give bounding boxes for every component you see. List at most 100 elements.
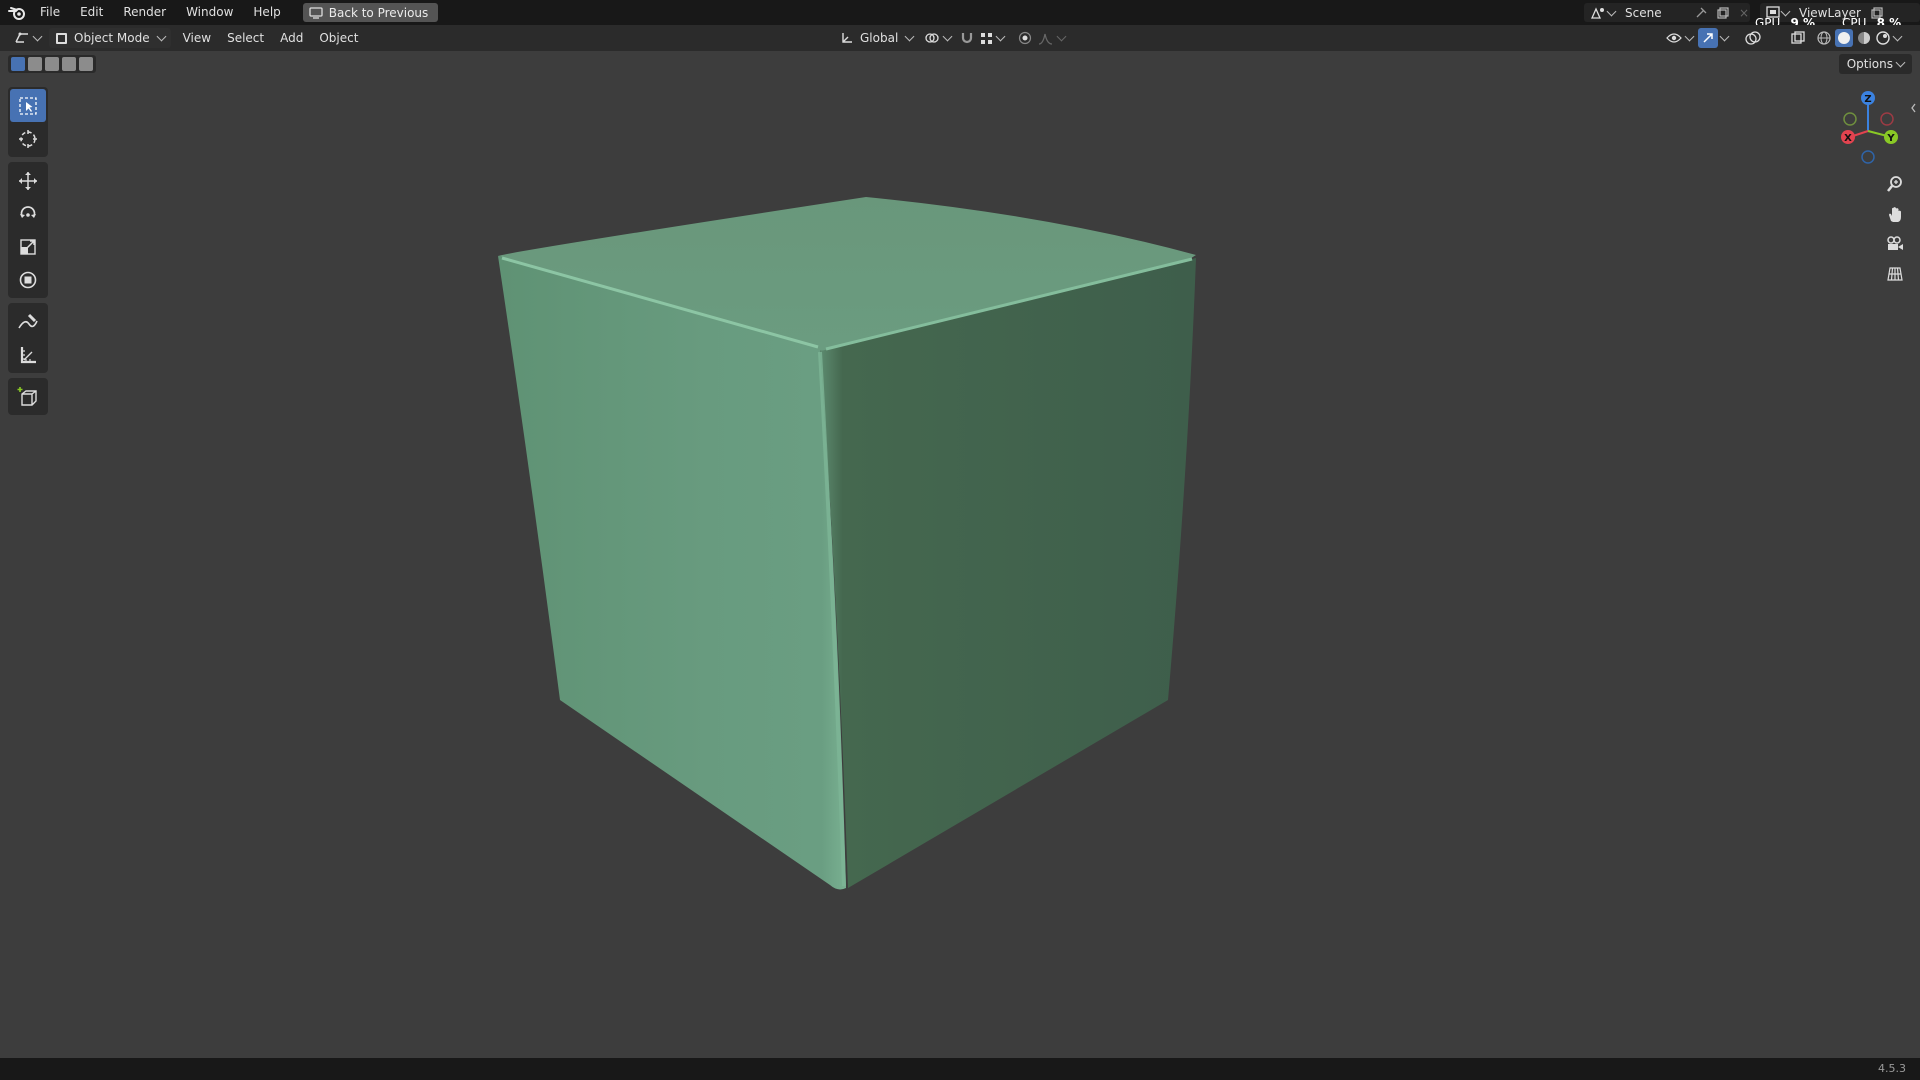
- rotate-tool[interactable]: [10, 197, 46, 230]
- close-icon[interactable]: ×: [1739, 6, 1749, 20]
- 3d-viewport-icon: [15, 32, 28, 43]
- chevron-down-icon: [32, 31, 43, 42]
- measure-tool[interactable]: [10, 338, 46, 371]
- select-box-icon: [19, 96, 37, 115]
- top-menu-bar: File Edit Render Window Help Back to Pre…: [0, 0, 1920, 29]
- select-box-tool[interactable]: [10, 89, 46, 122]
- tool-group-select: [8, 87, 48, 157]
- magnet-icon: [961, 33, 973, 44]
- solid-shading-icon[interactable]: [1835, 29, 1853, 47]
- new-scene-icon[interactable]: [1717, 6, 1729, 19]
- editor-type-button[interactable]: [8, 28, 47, 48]
- status-bar: 4.5.3: [0, 1058, 1920, 1080]
- 3d-cursor-icon: [19, 129, 37, 148]
- overlays-icon: [1745, 31, 1761, 45]
- zoom-magnifier-icon: [1887, 176, 1902, 192]
- annotate-pencil-icon: [18, 313, 38, 328]
- wireframe-shading-icon[interactable]: [1816, 30, 1832, 46]
- annotate-tool[interactable]: [10, 305, 46, 338]
- snap-target-dropdown[interactable]: [974, 28, 1010, 48]
- proportional-falloff-dropdown[interactable]: [1032, 28, 1071, 48]
- gizmo-neg-x[interactable]: [1880, 112, 1894, 126]
- blender-logo-icon[interactable]: [4, 0, 30, 25]
- menu-select[interactable]: Select: [221, 28, 270, 48]
- xray-toggle[interactable]: [1788, 28, 1808, 48]
- menu-render[interactable]: Render: [113, 0, 176, 25]
- menu-help[interactable]: Help: [243, 0, 290, 25]
- chevron-down-icon: [1684, 31, 1695, 42]
- rendered-shading-icon[interactable]: [1875, 30, 1891, 46]
- material-preview-icon[interactable]: [1856, 30, 1872, 46]
- transform-orientation-dropdown[interactable]: Global: [834, 28, 919, 48]
- pan-button[interactable]: [1880, 200, 1910, 228]
- pivot-icon: [925, 33, 939, 43]
- gizmo-dropdown[interactable]: [1718, 28, 1731, 48]
- pivot-point-dropdown[interactable]: [918, 28, 957, 48]
- back-to-previous-label: Back to Previous: [328, 5, 429, 20]
- back-to-previous-button[interactable]: Back to Previous: [302, 3, 439, 22]
- cube-right-face: [820, 258, 1196, 888]
- scene-icon: [1590, 6, 1604, 19]
- tool-group-transform: [8, 162, 48, 298]
- viewport-canvas[interactable]: [0, 51, 1920, 1058]
- snap-grid-icon: [981, 32, 992, 44]
- tool-shelf: [8, 87, 48, 420]
- gizmo-x-label: X: [1844, 133, 1852, 144]
- transform-tool[interactable]: [10, 263, 46, 296]
- eye-icon: [1666, 33, 1682, 43]
- shading-mode-group: [1816, 28, 1903, 48]
- chevron-down-icon: [1606, 6, 1617, 16]
- pin-icon[interactable]: [1695, 7, 1707, 19]
- chevron-down-icon: [1056, 31, 1067, 42]
- scale-tool[interactable]: [10, 230, 46, 263]
- menu-file[interactable]: File: [30, 0, 70, 25]
- navigation-gizmo[interactable]: Z X Y: [1820, 86, 1920, 176]
- orientation-label: Global: [860, 31, 899, 45]
- chevron-down-icon: [942, 31, 953, 42]
- scene-name: Scene: [1625, 5, 1662, 20]
- grid-perspective-icon: [1887, 267, 1903, 281]
- chevron-down-icon: [156, 31, 167, 42]
- move-tool[interactable]: [10, 164, 46, 197]
- scene-selector[interactable]: Scene ×: [1584, 3, 1750, 22]
- gizmo-z-label: Z: [1864, 94, 1871, 105]
- gizmo-neg-y[interactable]: [1843, 112, 1857, 126]
- move-arrows-icon: [19, 171, 37, 190]
- proportional-icon: [1018, 31, 1032, 45]
- overlays-toggle[interactable]: [1742, 28, 1764, 48]
- object-mode-dropdown[interactable]: Object Mode: [49, 28, 171, 48]
- tool-group-annotate: [8, 303, 48, 373]
- gizmo-icon: [1703, 33, 1713, 43]
- camera-view-button[interactable]: [1880, 230, 1910, 258]
- cursor-tool[interactable]: [10, 122, 46, 155]
- chevron-down-icon[interactable]: [1892, 31, 1903, 42]
- menu-window[interactable]: Window: [176, 0, 243, 25]
- cube-left-face: [498, 256, 846, 890]
- navigation-buttons: [1880, 170, 1914, 290]
- version-label: 4.5.3: [1878, 1062, 1906, 1075]
- add-cube-icon: [17, 386, 37, 406]
- zoom-button[interactable]: [1880, 170, 1910, 198]
- chevron-down-icon: [904, 31, 915, 42]
- scale-icon: [20, 238, 36, 255]
- menu-add[interactable]: Add: [274, 28, 309, 48]
- perspective-toggle-button[interactable]: [1880, 260, 1910, 288]
- chevron-down-icon: [1780, 6, 1791, 16]
- gizmo-toggle[interactable]: [1698, 28, 1718, 48]
- selectability-visibility-dropdown[interactable]: [1660, 28, 1699, 48]
- measure-ruler-icon: [20, 346, 36, 363]
- xray-icon: [1791, 31, 1805, 44]
- add-cube-tool[interactable]: [10, 380, 46, 413]
- menu-object[interactable]: Object: [313, 28, 364, 48]
- menu-view[interactable]: View: [177, 28, 217, 48]
- viewport-header: Object Mode View Select Add Object Globa…: [0, 25, 1920, 51]
- falloff-curve-icon: [1038, 33, 1053, 45]
- gizmo-y-label: Y: [1886, 133, 1895, 144]
- menu-edit[interactable]: Edit: [70, 0, 113, 25]
- global-axes-icon: [842, 33, 852, 43]
- gizmo-neg-z[interactable]: [1861, 150, 1875, 164]
- rotate-icon: [20, 205, 36, 218]
- sidebar-toggle-chevron-icon[interactable]: [1911, 103, 1916, 113]
- screen-icon: [309, 6, 323, 19]
- chevron-down-icon: [995, 31, 1006, 42]
